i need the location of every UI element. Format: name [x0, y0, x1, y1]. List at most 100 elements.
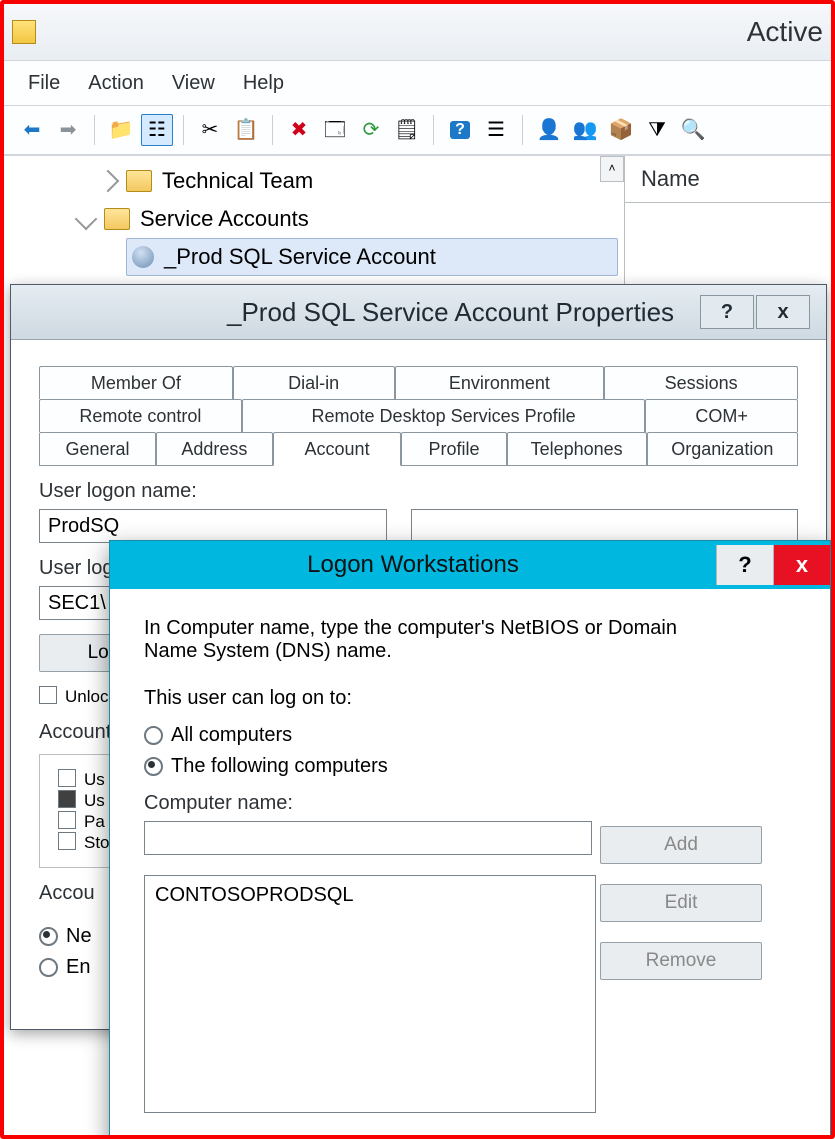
- cut-button[interactable]: ✂: [194, 114, 226, 146]
- logon-workstations-help-button[interactable]: ?: [716, 545, 773, 585]
- user-icon: [132, 246, 154, 268]
- tab-com-plus[interactable]: COM+: [645, 399, 798, 432]
- new-group-button[interactable]: 👥: [569, 114, 601, 146]
- app-title: Active: [747, 16, 823, 48]
- computer-name-input[interactable]: [144, 821, 592, 855]
- remove-button[interactable]: Remove: [600, 942, 762, 980]
- help-icon: ?: [450, 121, 470, 139]
- collapse-icon[interactable]: [75, 208, 98, 231]
- workstations-list[interactable]: CONTOSOPRODSQL: [144, 875, 596, 1113]
- column-header-name[interactable]: Name: [625, 156, 831, 203]
- arrow-right-icon: ➡: [60, 120, 77, 140]
- up-one-level-button[interactable]: 📁: [105, 114, 137, 146]
- checkbox-icon: [58, 811, 76, 829]
- new-ou-button[interactable]: 📦: [605, 114, 637, 146]
- tab-sessions[interactable]: Sessions: [604, 366, 798, 399]
- edit-button[interactable]: Edit: [600, 884, 762, 922]
- logon-workstations-can-log-on-label: This user can log on to:: [144, 687, 796, 710]
- logon-workstations-dialog: Logon Workstations ? x In Computer name,…: [109, 540, 831, 1139]
- arrow-left-icon: ⬅: [24, 120, 41, 140]
- filter-button[interactable]: ⧩: [641, 114, 673, 146]
- logon-workstations-title: Logon Workstations: [110, 551, 716, 579]
- checkbox-icon: [39, 686, 57, 704]
- scissors-icon: ✂: [202, 120, 219, 140]
- tab-general[interactable]: General: [39, 432, 156, 465]
- tab-telephones[interactable]: Telephones: [507, 432, 647, 465]
- nav-back-button[interactable]: ⬅: [16, 114, 48, 146]
- properties-close-button[interactable]: x: [756, 295, 810, 329]
- menubar: File Action View Help: [4, 61, 831, 106]
- new-user-button[interactable]: 👤: [533, 114, 565, 146]
- checkbox-icon: [58, 769, 76, 787]
- properties-help-button[interactable]: ?: [700, 295, 754, 329]
- help-button[interactable]: ?: [444, 114, 476, 146]
- toolbar-separator: [183, 115, 184, 145]
- tab-organization[interactable]: Organization: [647, 432, 798, 465]
- tab-account[interactable]: Account: [273, 432, 401, 466]
- scroll-up-button[interactable]: ˄: [600, 156, 624, 182]
- user-logon-name-label: User logon name:: [39, 480, 798, 503]
- delete-button[interactable]: ✖: [283, 114, 315, 146]
- user-icon: 👤: [537, 120, 562, 140]
- tab-environment[interactable]: Environment: [395, 366, 605, 399]
- folder-up-icon: 📁: [109, 120, 134, 140]
- search-icon: 🔍: [681, 120, 706, 140]
- radio-following-computers[interactable]: The following computers: [144, 755, 796, 778]
- export-icon: 🗒: [394, 120, 419, 140]
- checkbox-icon: [58, 832, 76, 850]
- user-logon-domain-select[interactable]: [411, 509, 798, 543]
- find-button[interactable]: 🔍: [677, 114, 709, 146]
- ou-icon: 📦: [609, 120, 634, 140]
- folder-icon: [104, 208, 130, 230]
- radio-following-computers-label: The following computers: [171, 755, 388, 778]
- delete-icon: ✖: [291, 120, 308, 140]
- export-list-button[interactable]: 🗒: [391, 114, 423, 146]
- computer-name-label: Computer name:: [144, 792, 796, 815]
- tab-rds-profile[interactable]: Remote Desktop Services Profile: [242, 399, 646, 432]
- properties-icon: 🗔: [324, 120, 346, 140]
- logon-workstations-description: In Computer name, type the computer's Ne…: [144, 617, 704, 663]
- logon-workstations-close-button[interactable]: x: [773, 545, 830, 585]
- tree-item-prod-sql-service-account[interactable]: _Prod SQL Service Account: [126, 238, 618, 276]
- show-hide-pane-button[interactable]: ☷: [141, 114, 173, 146]
- properties-button[interactable]: 🗔: [319, 114, 351, 146]
- tab-profile[interactable]: Profile: [401, 432, 506, 465]
- toolbar-separator: [272, 115, 273, 145]
- app-icon: [12, 20, 36, 44]
- add-button[interactable]: Add: [600, 826, 762, 864]
- group-icon: 👥: [573, 120, 598, 140]
- funnel-icon: ⧩: [648, 120, 666, 140]
- tab-remote-control[interactable]: Remote control: [39, 399, 242, 432]
- console-tree[interactable]: Technical Team Service Accounts _Prod SQ…: [4, 156, 624, 282]
- nav-forward-button[interactable]: ➡: [52, 114, 84, 146]
- tree-item-technical-team[interactable]: Technical Team: [94, 162, 618, 200]
- menu-action[interactable]: Action: [88, 72, 144, 95]
- menu-view[interactable]: View: [172, 72, 215, 95]
- radio-all-computers[interactable]: All computers: [144, 724, 796, 747]
- unlock-account-label: Unloc: [65, 687, 108, 706]
- tree-item-service-accounts[interactable]: Service Accounts: [72, 200, 618, 238]
- tab-dial-in[interactable]: Dial-in: [233, 366, 395, 399]
- tree-label: Service Accounts: [140, 202, 309, 236]
- properties-title: _Prod SQL Service Account Properties: [227, 297, 674, 328]
- logon-workstations-titlebar: Logon Workstations ? x: [110, 541, 830, 589]
- copy-button[interactable]: 📋: [230, 114, 262, 146]
- radio-checked-icon: [39, 927, 58, 946]
- toolbar: ⬅ ➡ 📁 ☷ ✂ 📋 ✖ 🗔 ⟳ 🗒 ? ☰ 👤 👥 📦 ⧩ 🔍: [4, 106, 831, 155]
- tab-member-of[interactable]: Member Of: [39, 366, 233, 399]
- properties-titlebar: _Prod SQL Service Account Properties ? x: [11, 285, 826, 340]
- tab-address[interactable]: Address: [156, 432, 273, 465]
- toolbar-separator: [433, 115, 434, 145]
- menu-help[interactable]: Help: [243, 72, 284, 95]
- workstations-list-item[interactable]: CONTOSOPRODSQL: [155, 884, 585, 907]
- radio-icon: [39, 958, 58, 977]
- user-logon-name-input[interactable]: ProdSQ: [39, 509, 387, 543]
- checkbox-checked-icon: [58, 790, 76, 808]
- menu-file[interactable]: File: [28, 72, 60, 95]
- radio-checked-icon: [144, 757, 163, 776]
- expand-icon[interactable]: [97, 170, 120, 193]
- action-pane-button[interactable]: ☰: [480, 114, 512, 146]
- refresh-button[interactable]: ⟳: [355, 114, 387, 146]
- toolbar-separator: [522, 115, 523, 145]
- clipboard-icon: 📋: [234, 120, 259, 140]
